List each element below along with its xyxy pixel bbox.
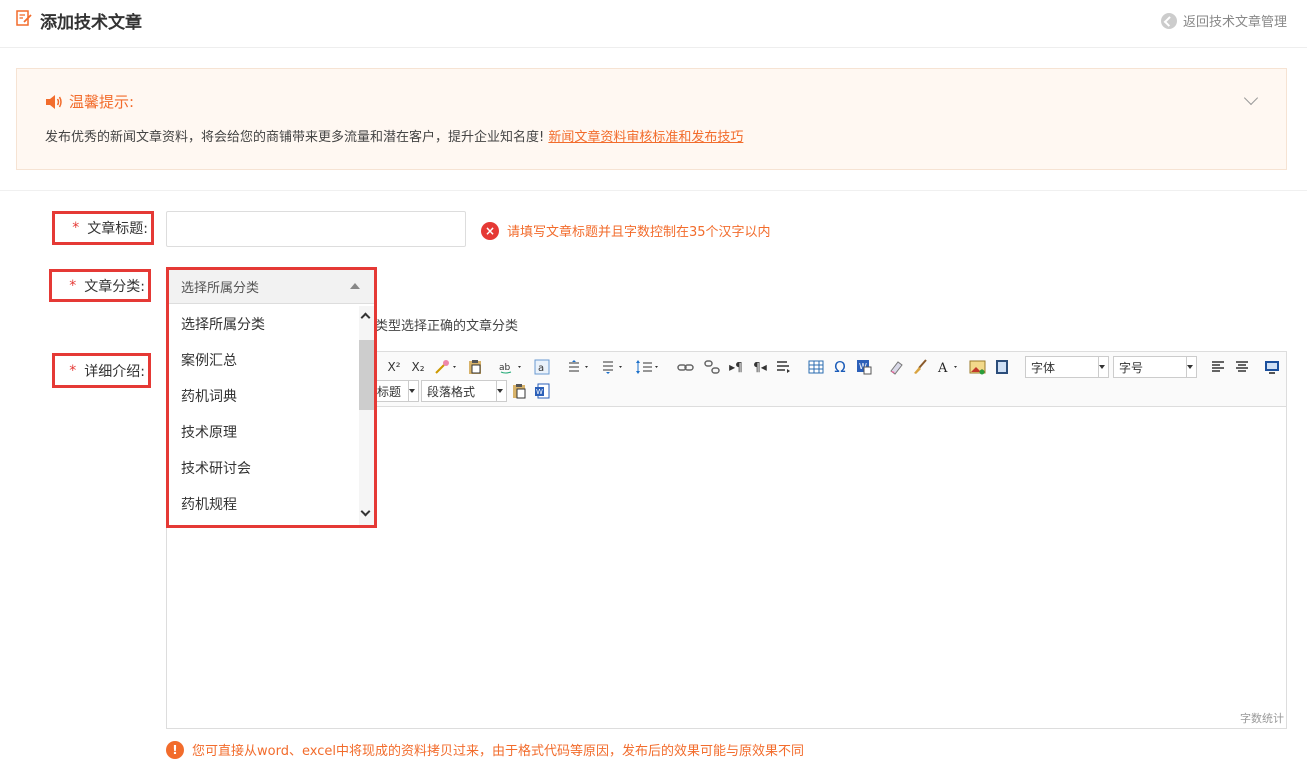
- category-dropdown[interactable]: 选择所属分类 选择所属分类 案例汇总 药机词典 技术原理 技术研讨会 药机规程: [166, 267, 377, 528]
- link-icon[interactable]: [676, 358, 696, 376]
- insert-table-icon[interactable]: [807, 358, 825, 376]
- special-char-icon[interactable]: Ω: [831, 358, 849, 376]
- article-category-label: * 文章分类:: [49, 269, 151, 302]
- tips-heading-text: 温馨提示:: [69, 93, 135, 111]
- font-family-select-value: 字体: [1031, 360, 1056, 375]
- category-option[interactable]: 技术研讨会: [169, 450, 359, 486]
- warning-icon: !: [166, 740, 184, 759]
- insert-video-icon[interactable]: [993, 358, 1011, 376]
- align-left-icon[interactable]: [1209, 358, 1227, 376]
- line-height-icon[interactable]: [633, 358, 663, 376]
- scroll-up-icon[interactable]: [360, 312, 371, 323]
- category-select-value: 选择所属分类: [181, 281, 260, 296]
- category-select[interactable]: 选择所属分类: [169, 270, 374, 304]
- tips-panel: 温馨提示: 发布优秀的新闻文章资料，将会给您的商铺带来更多流量和潜在客户，提升企…: [16, 68, 1287, 170]
- svg-text:ab: ab: [499, 363, 511, 373]
- scroll-down-icon[interactable]: [360, 506, 371, 517]
- category-option[interactable]: 案例汇总: [169, 342, 359, 378]
- eraser-icon[interactable]: [887, 358, 905, 376]
- edit-document-icon: [16, 10, 32, 26]
- category-option[interactable]: 药机规程: [169, 486, 359, 522]
- paste-note: ! 您可直接从word、excel中将现成的资料拷贝过来，由于格式代码等原因，发…: [166, 740, 804, 759]
- required-mark: *: [69, 277, 77, 294]
- svg-text:W: W: [536, 388, 543, 396]
- article-title-input[interactable]: [166, 211, 466, 247]
- article-title-label-text: 文章标题:: [87, 221, 148, 237]
- format-brush-icon[interactable]: [433, 358, 459, 376]
- font-size-select[interactable]: 字号: [1113, 356, 1197, 378]
- article-title-label: * 文章标题:: [52, 211, 154, 245]
- paragraph-rtl-icon[interactable]: ¶◂: [750, 358, 770, 376]
- paste-from-word-icon[interactable]: W: [855, 358, 873, 376]
- article-category-label-text: 文章分类:: [84, 278, 145, 295]
- title-error-text: 请填写文章标题并且字数控制在35个汉字以内: [507, 225, 771, 240]
- collapse-chevron-icon[interactable]: [1243, 90, 1259, 106]
- auto-typeset-icon[interactable]: a: [533, 358, 551, 376]
- word-count-label: 字数统计: [1240, 712, 1284, 725]
- spellcheck-icon[interactable]: ab: [497, 358, 525, 376]
- superscript-button[interactable]: X²: [385, 358, 403, 376]
- category-hint: 类型选择正确的文章分类: [375, 319, 519, 334]
- unlink-icon[interactable]: [702, 358, 722, 376]
- paragraph-format-select-value: 段落格式: [427, 384, 476, 399]
- title-error-message: × 请填写文章标题并且字数控制在35个汉字以内: [481, 221, 771, 240]
- category-option[interactable]: 技术原理: [169, 414, 359, 450]
- clear-format-brush-icon[interactable]: [911, 358, 929, 376]
- paste-text-icon[interactable]: [466, 358, 484, 376]
- insert-image-icon[interactable]: [968, 358, 988, 376]
- font-size-select-value: 字号: [1119, 360, 1144, 375]
- back-to-articles-label: 返回技术文章管理: [1182, 15, 1287, 30]
- divider: [0, 190, 1307, 191]
- error-icon: ×: [481, 221, 499, 240]
- subscript-button[interactable]: X₂: [409, 358, 427, 376]
- category-option[interactable]: 选择所属分类: [169, 306, 359, 342]
- tips-heading: 温馨提示:: [45, 91, 134, 112]
- page-title: 添加技术文章: [40, 13, 142, 33]
- speaker-icon: [46, 94, 62, 109]
- font-color-icon[interactable]: A: [935, 358, 963, 376]
- tips-text: 发布优秀的新闻文章资料，将会给您的商铺带来更多流量和潜在客户，提升企业知名度! …: [45, 126, 743, 145]
- dropdown-scrollbar[interactable]: [359, 306, 374, 525]
- paste-note-text: 您可直接从word、excel中将现成的资料拷贝过来，由于格式代码等原因，发布后…: [192, 744, 804, 759]
- page-header: 添加技术文章 返回技术文章管理: [0, 0, 1307, 48]
- category-options: 选择所属分类 案例汇总 药机词典 技术原理 技术研讨会 药机规程: [169, 306, 359, 522]
- back-to-articles-link[interactable]: 返回技术文章管理: [1160, 11, 1287, 30]
- back-arrow-icon: [1160, 12, 1177, 29]
- font-family-select[interactable]: 字体: [1025, 356, 1109, 378]
- article-detail-label-text: 详细介绍:: [84, 363, 145, 380]
- paragraph-format-select[interactable]: 段落格式: [421, 380, 507, 402]
- article-detail-label: * 详细介绍:: [52, 353, 151, 388]
- row-spacing-bottom-icon[interactable]: [599, 358, 627, 376]
- heading-select[interactable]: 标题: [372, 380, 419, 402]
- page: 添加技术文章 返回技术文章管理 温馨提示: 发布优秀的新闻文章资料，将会给您的商…: [0, 0, 1307, 767]
- import-word-icon[interactable]: W: [533, 382, 551, 400]
- svg-text:a: a: [538, 363, 544, 374]
- row-spacing-top-icon[interactable]: [565, 358, 593, 376]
- fullscreen-icon[interactable]: [1263, 358, 1281, 376]
- align-center-icon[interactable]: [1233, 358, 1251, 376]
- category-option[interactable]: 药机词典: [169, 378, 359, 414]
- tips-body: 发布优秀的新闻文章资料，将会给您的商铺带来更多流量和潜在客户，提升企业知名度!: [45, 130, 545, 145]
- scrollbar-thumb[interactable]: [359, 340, 374, 410]
- paste-icon[interactable]: [510, 382, 528, 400]
- required-mark: *: [72, 220, 80, 236]
- svg-text:A: A: [937, 361, 948, 375]
- paragraph-ltr-icon[interactable]: ▸¶: [726, 358, 746, 376]
- heading-select-value: 标题: [377, 384, 402, 399]
- caret-up-icon: [350, 283, 360, 289]
- required-mark: *: [69, 362, 77, 379]
- review-standards-link[interactable]: 新闻文章资料审核标准和发布技巧: [548, 130, 743, 145]
- page-break-icon[interactable]: [774, 358, 792, 376]
